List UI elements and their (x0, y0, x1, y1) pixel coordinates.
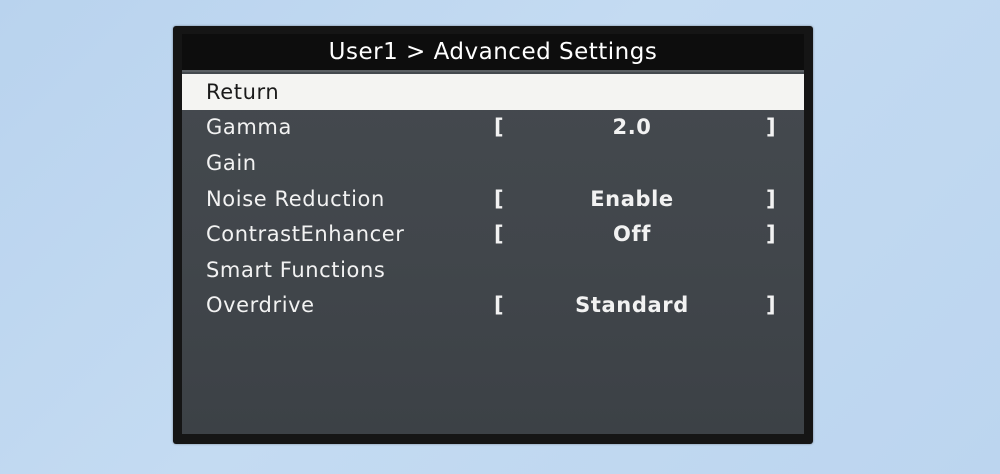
monitor-osd-frame: User1 > Advanced Settings Return Gamma [… (173, 26, 813, 444)
menu-title: User1 > Advanced Settings (182, 34, 804, 72)
menu-item-gamma[interactable]: Gamma [ 2.0 ] (182, 110, 804, 146)
bracket-close: ] (766, 186, 777, 211)
menu-item-value: Standard (575, 293, 689, 318)
menu-item-contrast-enhancer[interactable]: ContrastEnhancer [ Off ] (182, 216, 804, 252)
bracket-close: ] (766, 222, 777, 247)
bracket-close: ] (766, 115, 777, 140)
bracket-open: [ (494, 222, 505, 247)
menu-item-overdrive[interactable]: Overdrive [ Standard ] (182, 288, 804, 324)
menu-item-label: Return (206, 79, 280, 104)
bracket-open: [ (494, 186, 505, 211)
menu-item-label: Overdrive (206, 293, 315, 318)
menu-item-value: 2.0 (612, 115, 652, 140)
bracket-open: [ (494, 293, 505, 318)
menu-item-smart-functions[interactable]: Smart Functions (182, 252, 804, 288)
menu-item-noise-reduction[interactable]: Noise Reduction [ Enable ] (182, 181, 804, 217)
menu-item-value: Off (613, 222, 651, 247)
menu-item-label: Noise Reduction (206, 186, 385, 211)
bracket-open: [ (494, 115, 505, 140)
menu-item-label: Gain (206, 150, 257, 175)
menu-item-label: ContrastEnhancer (206, 222, 405, 247)
osd-menu: User1 > Advanced Settings Return Gamma [… (182, 34, 804, 434)
menu-item-value: Enable (590, 186, 674, 211)
menu-item-return[interactable]: Return (182, 74, 804, 110)
menu-item-gain[interactable]: Gain (182, 145, 804, 181)
menu-item-label: Smart Functions (206, 257, 386, 282)
bracket-close: ] (766, 293, 777, 318)
menu-item-label: Gamma (206, 115, 292, 140)
